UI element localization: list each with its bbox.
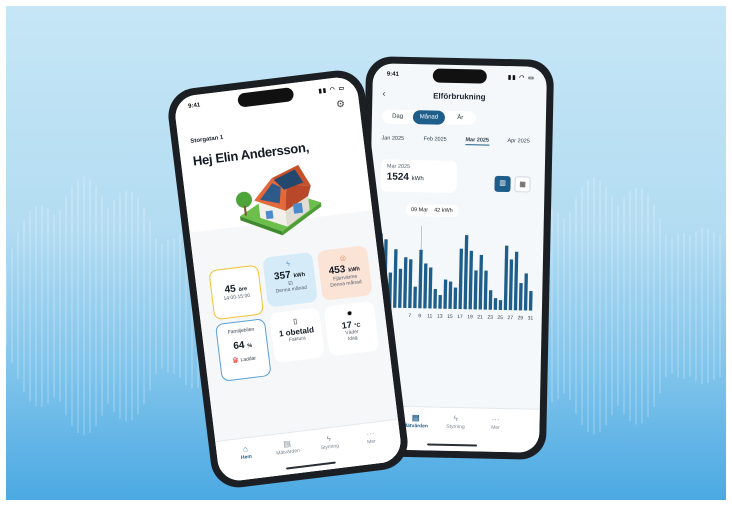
bar-day-4 <box>393 249 398 308</box>
table-icon: ▦ <box>519 181 526 189</box>
home-screen: 9:41 ▮▮ ◠ ▭ ⚙ Storgatan 1 Hej Elin Ander… <box>173 75 403 483</box>
bar-day-27 <box>508 259 514 311</box>
x-tick-label: 17 <box>457 314 463 320</box>
bar-day-17 <box>458 248 464 310</box>
car-charging-icon: ⛽ <box>232 357 240 365</box>
signal-wifi-battery-icon: ▮▮ ◠ ▭ <box>507 75 535 82</box>
bar-day-6 <box>403 257 408 308</box>
month-mar[interactable]: Mar 2025 <box>465 137 490 146</box>
bar-chart-view-button[interactable]: ▥ <box>494 175 511 193</box>
bar-day-24 <box>493 298 498 310</box>
x-tick-label: 15 <box>447 314 453 320</box>
bar-day-22 <box>483 270 488 310</box>
status-time: 9:41 <box>386 71 399 78</box>
status-time: 9:41 <box>187 102 201 110</box>
house-illustration <box>236 164 322 236</box>
bar-day-31 <box>528 291 533 311</box>
bar-day-10 <box>423 263 428 309</box>
invoice-tile[interactable]: ▯ 1 obetald Faktura <box>269 307 325 364</box>
tab-mer[interactable]: ··· Mer <box>349 427 395 467</box>
bar-day-13 <box>438 294 442 309</box>
consumption-bar-chart[interactable]: 7 9 11 13 15 17 19 21 23 25 27 29 31 <box>374 225 540 324</box>
tab-hem[interactable]: ⌂ Hem <box>224 442 270 482</box>
bar-day-5 <box>398 268 403 308</box>
district-heating-tile[interactable]: ◎ 453 kWh Fjärrvärme Denna månad <box>316 245 373 301</box>
bar-day-25 <box>498 300 503 310</box>
x-tick-label: 11 <box>427 313 433 319</box>
month-jan[interactable]: Jan 2025 <box>381 135 404 141</box>
bar-day-15 <box>448 281 453 309</box>
tooltip-value: 42 kWh <box>434 207 453 214</box>
bar-day-8 <box>413 286 417 309</box>
tooltip-date: 09 Mar <box>410 207 429 214</box>
table-view-button[interactable]: ▦ <box>514 176 531 193</box>
bar-day-28 <box>513 251 519 311</box>
bar-day-12 <box>433 289 438 309</box>
x-tick-label: 31 <box>528 316 534 322</box>
car-charging-tile[interactable]: Familjebilen 64 % ⛽ Laddar <box>214 318 272 382</box>
month-selector: Jan 2025 Feb 2025 Mar 2025 Apr 2025 <box>375 135 545 149</box>
electricity-price-tile[interactable]: 45 öre 14:00-15:00 <box>208 264 265 321</box>
bar-day-7 <box>408 259 413 309</box>
summary-value: 1524 kWh <box>386 171 424 183</box>
segment-day[interactable]: Dag <box>382 109 414 124</box>
more-icon: ··· <box>491 414 500 424</box>
bar-day-19 <box>468 250 474 310</box>
chart-tooltip: 09 Mar 42 kWh <box>405 203 458 218</box>
bar-day-16 <box>453 287 458 310</box>
bar-day-20 <box>473 270 478 310</box>
tab-mer[interactable]: ··· Mer <box>475 414 516 452</box>
period-segmented-control: Dag Månad År <box>381 109 477 126</box>
x-tick-label: 21 <box>477 314 483 320</box>
month-apr[interactable]: Apr 2025 <box>507 138 529 144</box>
x-tick-label: 7 <box>408 313 411 319</box>
bar-day-26 <box>503 245 509 311</box>
segment-month[interactable]: Månad <box>413 110 445 125</box>
summary-period: Mar 2025 <box>386 163 411 171</box>
bar-chart-icon: ▥ <box>499 179 506 188</box>
gear-icon: ⚙ <box>335 98 346 111</box>
x-tick-label: 25 <box>497 315 503 321</box>
month-feb[interactable]: Feb 2025 <box>423 136 446 142</box>
x-tick-label: 29 <box>517 315 523 321</box>
bar-day-30 <box>523 273 528 311</box>
summary-card: Mar 2025 1524 kWh <box>380 159 458 193</box>
backdrop: 9:41 ▮▮ ◠ ▭ ‹ Elförbrukning Dag Månad År… <box>6 6 726 500</box>
x-tick-label: 23 <box>487 315 493 321</box>
bar-day-14 <box>443 279 448 309</box>
tab-matvarden[interactable]: ▤ Mätvärden <box>266 437 312 477</box>
x-tick-label: 27 <box>507 315 513 321</box>
bolt-icon: ϟ <box>453 413 458 424</box>
x-tick-label: 13 <box>437 314 443 320</box>
x-tick-label: 19 <box>467 314 473 320</box>
bar-day-21 <box>478 254 484 310</box>
page-title: Elförbrukning <box>433 91 486 102</box>
bar-day-11 <box>428 267 433 309</box>
bar-day-23 <box>488 290 493 310</box>
electricity-usage-tile[interactable]: ϟ 357 kWh El Denna månad <box>262 251 318 308</box>
x-tick-label: 9 <box>418 313 421 319</box>
bar-day-29 <box>518 283 523 311</box>
segment-year[interactable]: År <box>444 111 476 126</box>
weather-tile[interactable]: ✹ 17 °C Väder Idag <box>323 300 380 357</box>
bar-day-9 <box>418 249 423 309</box>
status-bar: 9:41 ▮▮ ◠ ▭ <box>387 72 535 85</box>
settings-button[interactable]: ⚙ <box>336 99 346 111</box>
bar-day-18 <box>463 235 469 310</box>
